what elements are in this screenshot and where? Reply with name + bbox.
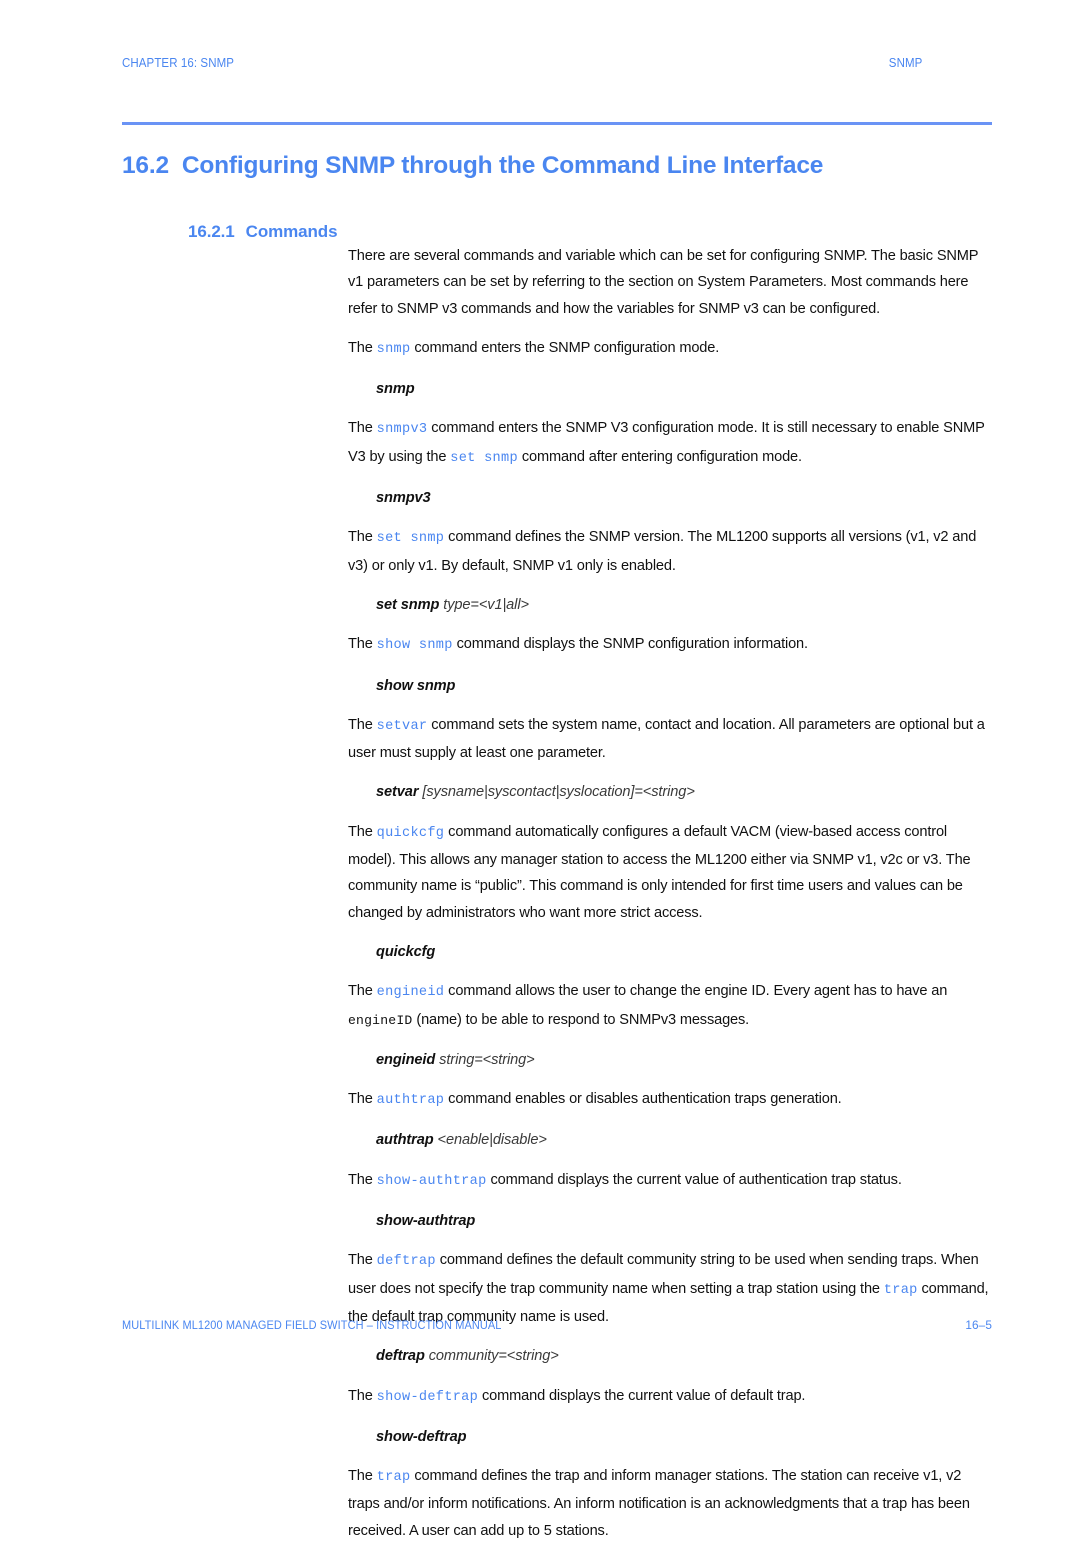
engineid-description: The engineid command allows the user to … bbox=[348, 978, 993, 1034]
inline-command-engineid: engineid bbox=[376, 985, 445, 1001]
syntax-command: show-deftrap bbox=[376, 1428, 467, 1445]
setvar-description: The setvar command sets the system name,… bbox=[348, 712, 993, 767]
snmp-description: The snmp command enters the SNMP configu… bbox=[348, 335, 993, 363]
page-footer: MULTILINK ML1200 MANAGED FIELD SWITCH – … bbox=[122, 1318, 992, 1332]
syntax-command: deftrap bbox=[376, 1348, 425, 1365]
syntax-args: type=<v1|all> bbox=[439, 596, 529, 613]
quickcfg-description: The quickcfg command automatically confi… bbox=[348, 819, 993, 926]
text-fragment: The bbox=[348, 529, 377, 546]
text-fragment: The bbox=[348, 1468, 377, 1485]
setvar-syntax: setvar [sysname|syscontact|syslocation]=… bbox=[348, 779, 993, 805]
text-fragment: command allows the user to change the en… bbox=[444, 983, 948, 1000]
syntax-command: snmpv3 bbox=[376, 490, 431, 507]
syntax-command: quickcfg bbox=[376, 943, 436, 960]
text-fragment: command enables or disables authenticati… bbox=[444, 1091, 842, 1108]
syntax-args: community=<string> bbox=[424, 1348, 559, 1365]
authtrap-description: The authtrap command enables or disables… bbox=[348, 1086, 993, 1114]
inline-command-deftrap: deftrap bbox=[376, 1254, 436, 1270]
text-fragment: (name) to be able to respond to SNMPv3 m… bbox=[412, 1011, 750, 1028]
subsection-title-text: Commands bbox=[245, 222, 338, 242]
syntax-command: setvar bbox=[376, 784, 419, 801]
document-page: CHAPTER 16: SNMP SNMP 16.2 Configuring SN… bbox=[0, 0, 1080, 1539]
authtrap-syntax: authtrap <enable|disable> bbox=[348, 1127, 993, 1153]
snmpv3-syntax: snmpv3 bbox=[348, 485, 993, 511]
syntax-command: show-authtrap bbox=[376, 1213, 476, 1230]
syntax-args: <enable|disable> bbox=[433, 1132, 547, 1149]
syntax-args: string=<string> bbox=[435, 1051, 535, 1068]
deftrap-syntax: deftrap community=<string> bbox=[348, 1343, 993, 1369]
syntax-command: show snmp bbox=[376, 677, 456, 694]
section-number: 16.2 bbox=[122, 152, 169, 180]
inline-command-quickcfg: quickcfg bbox=[376, 825, 445, 841]
inline-command-snmpv3: snmpv3 bbox=[376, 422, 428, 438]
section-title-text: Configuring SNMP through the Command Lin… bbox=[181, 152, 824, 180]
show-snmp-syntax: show snmp bbox=[348, 673, 993, 699]
text-fragment: The bbox=[348, 420, 377, 437]
trap-description: The trap command defines the trap and in… bbox=[348, 1463, 993, 1544]
set-snmp-syntax: set snmp type=<v1|all> bbox=[348, 592, 993, 618]
text-fragment: The bbox=[348, 339, 377, 356]
subsection-title: 16.2.1 Commands bbox=[188, 222, 338, 242]
inline-command-trap: trap bbox=[883, 1282, 918, 1298]
text-fragment: command displays the current value of de… bbox=[478, 1387, 806, 1404]
set-snmp-description: The set snmp command defines the SNMP ve… bbox=[348, 524, 993, 579]
footer-page-number: 16–5 bbox=[965, 1318, 992, 1332]
inline-command-show-deftrap: show-deftrap bbox=[376, 1389, 479, 1405]
engineid-syntax: engineid string=<string> bbox=[348, 1047, 993, 1073]
text-fragment: The bbox=[348, 1091, 377, 1108]
show-authtrap-syntax: show-authtrap bbox=[348, 1208, 993, 1234]
syntax-command: engineid bbox=[376, 1051, 436, 1068]
syntax-command: snmp bbox=[376, 381, 415, 398]
syntax-args: [sysname|syscontact|syslocation]=<string… bbox=[418, 784, 695, 801]
inline-command-show-snmp: show snmp bbox=[376, 638, 453, 654]
text-fragment: command sets the system name, contact an… bbox=[348, 716, 985, 762]
show-snmp-description: The show snmp command displays the SNMP … bbox=[348, 631, 993, 659]
text-fragment: The bbox=[348, 716, 377, 733]
syntax-command: set snmp bbox=[376, 596, 440, 613]
inline-command-setvar: setvar bbox=[376, 718, 428, 734]
show-deftrap-syntax: show-deftrap bbox=[348, 1424, 993, 1450]
inline-command-set-snmp: set snmp bbox=[450, 450, 518, 466]
text-fragment: command displays the SNMP configuration … bbox=[452, 636, 808, 653]
snmpv3-description: The snmpv3 command enters the SNMP V3 co… bbox=[348, 415, 993, 472]
snmp-syntax: snmp bbox=[348, 376, 993, 402]
text-fragment: The bbox=[348, 1171, 377, 1188]
text-fragment: command displays the current value of au… bbox=[486, 1171, 902, 1188]
quickcfg-syntax: quickcfg bbox=[348, 939, 993, 965]
text-fragment: The bbox=[348, 823, 377, 840]
inline-command-trap: trap bbox=[376, 1470, 411, 1486]
text-fragment: command after entering configuration mod… bbox=[517, 448, 802, 465]
running-header: CHAPTER 16: SNMP SNMP bbox=[122, 56, 922, 70]
text-fragment: The bbox=[348, 1387, 377, 1404]
footer-manual-title: MULTILINK ML1200 MANAGED FIELD SWITCH – … bbox=[122, 1318, 502, 1332]
text-fragment: The bbox=[348, 983, 377, 1000]
text-fragment: command enters the SNMP configuration mo… bbox=[410, 339, 720, 356]
text-fragment: The bbox=[348, 636, 377, 653]
syntax-command: authtrap bbox=[376, 1132, 434, 1149]
text-fragment: command defines the trap and inform mana… bbox=[348, 1468, 970, 1539]
show-authtrap-description: The show-authtrap command displays the c… bbox=[348, 1167, 993, 1195]
intro-paragraph: There are several commands and variable … bbox=[348, 248, 979, 317]
inline-command-snmp: snmp bbox=[376, 341, 411, 357]
inline-command-authtrap: authtrap bbox=[376, 1093, 445, 1109]
inline-literal-engineid: engineID bbox=[348, 1012, 413, 1028]
section-title: 16.2 Configuring SNMP through the Command… bbox=[122, 152, 823, 180]
inline-command-show-authtrap: show-authtrap bbox=[376, 1173, 487, 1189]
subsection-number: 16.2.1 bbox=[188, 222, 235, 242]
inline-command-set-snmp: set snmp bbox=[376, 531, 445, 547]
running-header-chapter: CHAPTER 16: SNMP bbox=[122, 56, 235, 70]
text-fragment: The bbox=[348, 1252, 377, 1269]
body-column: There are several commands and variable … bbox=[348, 243, 993, 1557]
running-header-topic: SNMP bbox=[888, 56, 923, 70]
title-divider bbox=[122, 122, 992, 125]
